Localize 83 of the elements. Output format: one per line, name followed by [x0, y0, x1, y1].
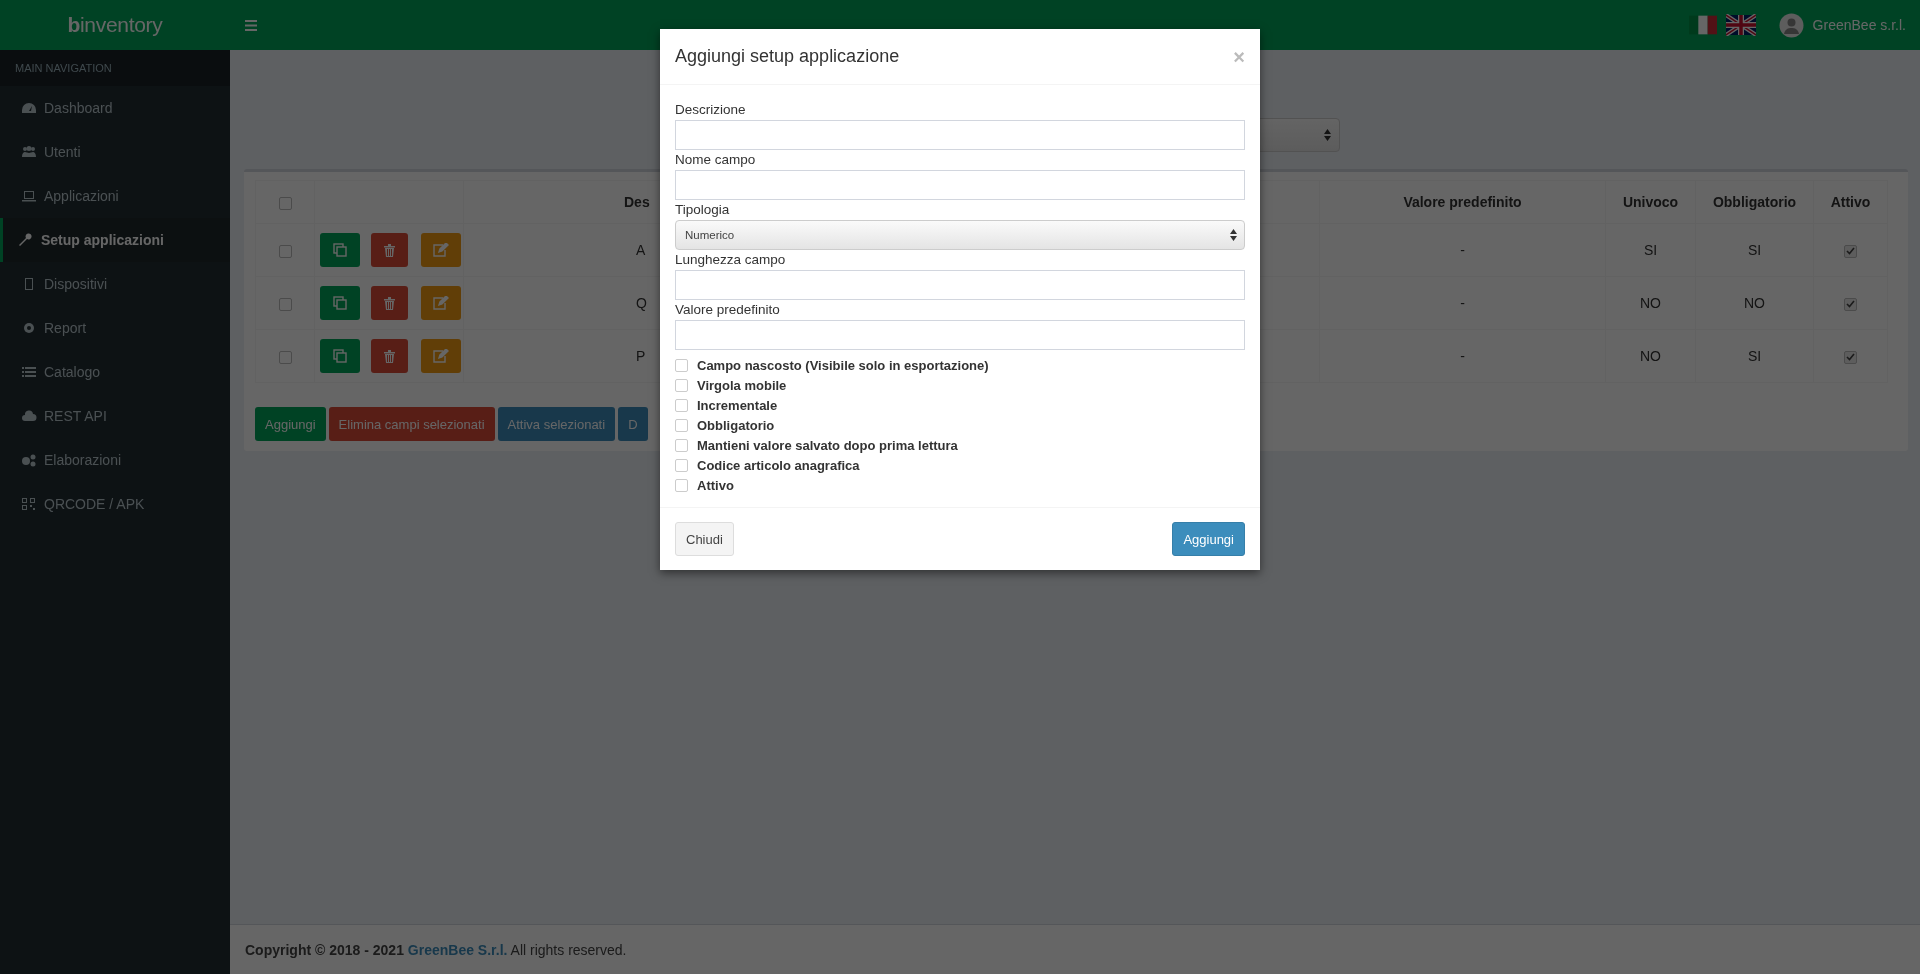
action-button[interactable]: Aggiungi	[255, 407, 326, 441]
option-checkbox[interactable]	[675, 398, 688, 412]
option-label: Campo nascosto (Visibile solo in esportazione)	[697, 357, 989, 373]
table-cell: SI	[1695, 329, 1814, 383]
modal-title: Aggiungi setup applicazione	[675, 46, 900, 67]
option-checkbox[interactable]	[675, 458, 688, 472]
option-label: Obbligatorio	[697, 417, 775, 433]
option-checkbox[interactable]	[675, 478, 688, 492]
qrcode-icon	[21, 497, 37, 511]
uk-flag-icon[interactable]	[1725, 14, 1756, 36]
option-label: Mantieni valore salvato dopo prima lettura	[697, 437, 958, 453]
action-button[interactable]: Attiva selezionati	[497, 407, 616, 441]
option-label: Incrementale	[697, 397, 778, 413]
company-link[interactable]: GreenBee S.r.l.	[407, 941, 508, 958]
sidebar-heading: MAIN NAVIGATION	[0, 50, 230, 86]
edit-button[interactable]	[420, 286, 461, 320]
cloud-icon	[21, 409, 37, 423]
edit-icon	[432, 243, 449, 257]
input-field[interactable]	[675, 270, 1245, 300]
option-label: Codice articolo anagrafica	[697, 457, 860, 473]
table-cell: SI	[1695, 223, 1814, 277]
column-header: Obbligatorio	[1695, 180, 1814, 224]
table-cell: NO	[1695, 276, 1814, 330]
table-cell: -	[1319, 329, 1606, 383]
copy-icon	[333, 243, 347, 257]
field-label: Tipologia	[675, 201, 731, 219]
action-button[interactable]: D	[618, 407, 648, 441]
user-name[interactable]: GreenBee s.r.l.	[1812, 17, 1906, 33]
users-icon	[21, 145, 37, 159]
edit-icon	[432, 296, 449, 310]
copy-button[interactable]	[320, 286, 360, 320]
option-checkbox[interactable]	[675, 358, 688, 372]
copy-button[interactable]	[320, 339, 360, 373]
menu-icon[interactable]	[245, 19, 257, 31]
edit-button[interactable]	[420, 339, 461, 373]
italian-flag-icon[interactable]	[1688, 14, 1717, 36]
input-field[interactable]	[675, 170, 1245, 200]
input-field[interactable]	[675, 320, 1245, 350]
edit-icon	[432, 349, 449, 363]
column-header: Valore predefinito	[1319, 180, 1606, 224]
field-label: Nome campo	[675, 151, 757, 169]
delete-button[interactable]	[370, 286, 408, 320]
edit-button[interactable]	[420, 233, 461, 267]
trash-icon	[383, 243, 395, 257]
laptop-icon	[21, 189, 37, 203]
table-cell: -	[1319, 223, 1606, 277]
option-checkbox[interactable]	[675, 378, 688, 392]
copy-icon	[333, 296, 347, 310]
select-arrows-icon	[1324, 129, 1331, 141]
select-all-checkbox[interactable]	[278, 196, 292, 210]
table-cell: -	[1319, 276, 1606, 330]
field-label: Lunghezza campo	[675, 251, 787, 269]
type-select[interactable]: Numerico	[675, 220, 1245, 250]
row-checkbox[interactable]	[278, 244, 292, 258]
dashboard-icon	[21, 101, 37, 115]
select-arrows-icon	[1230, 229, 1237, 241]
list-icon	[21, 365, 37, 379]
column-header: Univoco	[1605, 180, 1696, 224]
delete-button[interactable]	[370, 233, 408, 267]
table-cell: SI	[1605, 223, 1696, 277]
action-button[interactable]: Elimina campi selezionati	[328, 407, 495, 441]
dialog-button[interactable]: Aggiungi	[1172, 522, 1245, 556]
copy-button[interactable]	[320, 233, 360, 267]
option-label: Attivo	[697, 477, 734, 493]
delete-button[interactable]	[370, 339, 408, 373]
trash-icon	[383, 349, 395, 363]
field-label: Valore predefinito	[675, 301, 781, 319]
row-checkbox[interactable]	[278, 350, 292, 364]
table-cell: NO	[1605, 276, 1696, 330]
close-button[interactable]: ×	[1233, 46, 1245, 67]
trash-icon	[383, 296, 395, 310]
table-cell: NO	[1605, 329, 1696, 383]
copyright-text: Copyright © 2018 - 2021 GreenBee S.r.l. All rights reserved.	[245, 941, 627, 958]
option-checkbox[interactable]	[675, 418, 688, 432]
row-checkbox[interactable]	[278, 297, 292, 311]
field-label: Descrizione	[675, 101, 747, 119]
copy-icon	[333, 349, 347, 363]
column-header: Attivo	[1813, 180, 1888, 224]
app-logo[interactable]: binventory	[0, 13, 230, 37]
user-avatar-icon[interactable]	[1778, 12, 1804, 38]
option-checkbox[interactable]	[675, 438, 688, 452]
input-field[interactable]	[675, 120, 1245, 150]
dialog-button[interactable]: Chiudi	[675, 522, 734, 556]
